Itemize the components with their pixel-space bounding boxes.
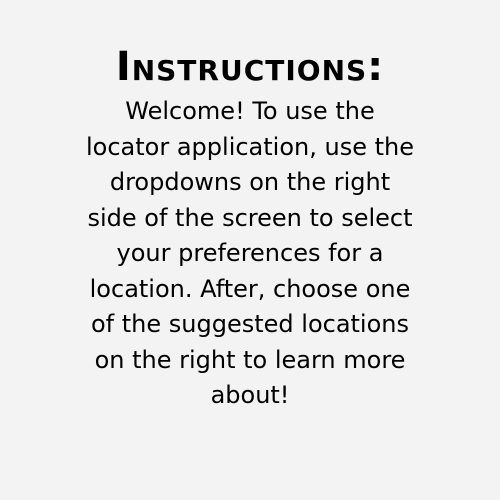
- instructions-title: Instructions:: [115, 44, 385, 90]
- instructions-line: on the right to learn more: [94, 345, 406, 374]
- instructions-line: about!: [210, 381, 290, 409]
- instructions-panel: Instructions: Welcome! To use the locato…: [0, 0, 500, 500]
- instructions-line: your preferences for a: [116, 239, 384, 267]
- instructions-line: Welcome! To use the: [125, 97, 375, 125]
- instructions-body: Welcome! To use the locator application,…: [42, 94, 458, 414]
- instructions-line: locator application, use the: [86, 132, 414, 161]
- instructions-line: location. After, choose one: [89, 274, 411, 303]
- instructions-line: side of the screen to select: [87, 203, 413, 232]
- instructions-line: dropdowns on the right: [109, 168, 391, 196]
- instructions-line: of the suggested locations: [91, 310, 409, 338]
